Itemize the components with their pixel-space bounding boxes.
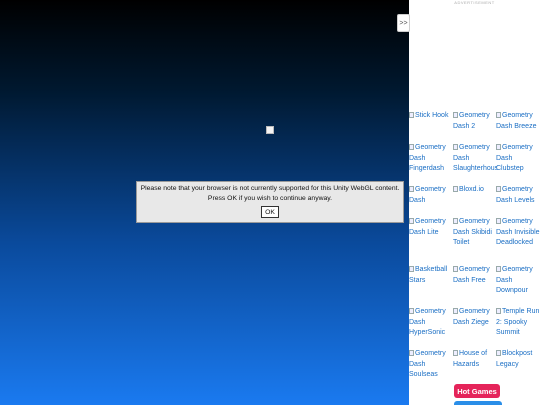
broken-image-icon xyxy=(266,126,274,134)
image-placeholder-icon xyxy=(409,144,414,150)
image-placeholder-icon xyxy=(453,266,458,272)
game-link-bloxd-io[interactable]: Bloxd.io xyxy=(453,185,497,196)
image-placeholder-icon xyxy=(496,112,501,118)
image-placeholder-icon xyxy=(496,218,501,224)
game-link-geometry-dash-levels[interactable]: Geometry Dash Levels xyxy=(496,185,540,206)
game-link-blockpost-legacy[interactable]: Blockpost Legacy xyxy=(496,349,540,370)
more-games-button[interactable] xyxy=(454,401,502,405)
game-link-geometry-dash-2[interactable]: Geometry Dash 2 xyxy=(453,111,497,132)
image-placeholder-icon xyxy=(496,266,501,272)
game-link-geometry-dash-skibidi-toilet[interactable]: Geometry Dash Skibidi Toilet xyxy=(453,217,497,249)
sidebar-toggle-button[interactable]: >> xyxy=(397,14,410,32)
image-placeholder-icon xyxy=(409,350,414,356)
image-placeholder-icon xyxy=(496,144,501,150)
game-link-temple-run-2-spooky-summit[interactable]: Temple Run 2: Spooky Summit xyxy=(496,307,540,339)
game-link-geometry-dash-hypersonic[interactable]: Geometry Dash HyperSonic xyxy=(409,307,453,339)
image-placeholder-icon xyxy=(409,218,414,224)
game-link-geometry-dash-invisible-deadlocked[interactable]: Geometry Dash Invisible Deadlocked xyxy=(496,217,540,249)
image-placeholder-icon xyxy=(409,308,414,314)
hot-games-button[interactable]: Hot Games xyxy=(454,384,500,398)
game-link-basketball-stars[interactable]: Basketball Stars xyxy=(409,265,453,286)
game-link-geometry-dash-free[interactable]: Geometry Dash Free xyxy=(453,265,497,286)
image-placeholder-icon xyxy=(453,144,458,150)
game-link-geometry-dash-fingerdash[interactable]: Geometry Dash Fingerdash xyxy=(409,143,453,175)
image-placeholder-icon xyxy=(409,112,414,118)
game-link-geometry-dash-clubstep[interactable]: Geometry Dash Clubstep xyxy=(496,143,540,175)
image-placeholder-icon xyxy=(409,186,414,192)
game-link-geometry-dash-ziege[interactable]: Geometry Dash Ziege xyxy=(453,307,497,328)
game-link-geometry-dash-soulseas[interactable]: Geometry Dash Soulseas xyxy=(409,349,453,381)
image-placeholder-icon xyxy=(496,350,501,356)
game-link-stick-hook[interactable]: Stick Hook xyxy=(409,111,453,122)
game-link-geometry-dash-breeze[interactable]: Geometry Dash Breeze xyxy=(496,111,540,132)
image-placeholder-icon xyxy=(409,266,414,272)
image-placeholder-icon xyxy=(453,112,458,118)
dialog-message-line2: Press OK if you wish to continue anyway. xyxy=(207,195,333,202)
game-link-geometry-dash[interactable]: Geometry Dash xyxy=(409,185,453,206)
game-link-geometry-dash-slaughterhouse[interactable]: Geometry Dash Slaughterhouse xyxy=(453,143,497,175)
ok-button[interactable]: OK xyxy=(261,206,279,218)
game-link-geometry-dash-lite[interactable]: Geometry Dash Lite xyxy=(409,217,453,238)
game-link-house-of-hazards[interactable]: House of Hazards xyxy=(453,349,497,370)
ad-label: ADVERTISEMENT xyxy=(454,0,495,5)
image-placeholder-icon xyxy=(453,350,458,356)
image-placeholder-icon xyxy=(453,308,458,314)
image-placeholder-icon xyxy=(496,308,501,314)
image-placeholder-icon xyxy=(496,186,501,192)
image-placeholder-icon xyxy=(453,218,458,224)
game-link-geometry-dash-downpour[interactable]: Geometry Dash Downpour xyxy=(496,265,540,297)
dialog-message-line1: Please note that your browser is not cur… xyxy=(140,185,400,192)
image-placeholder-icon xyxy=(453,186,458,192)
